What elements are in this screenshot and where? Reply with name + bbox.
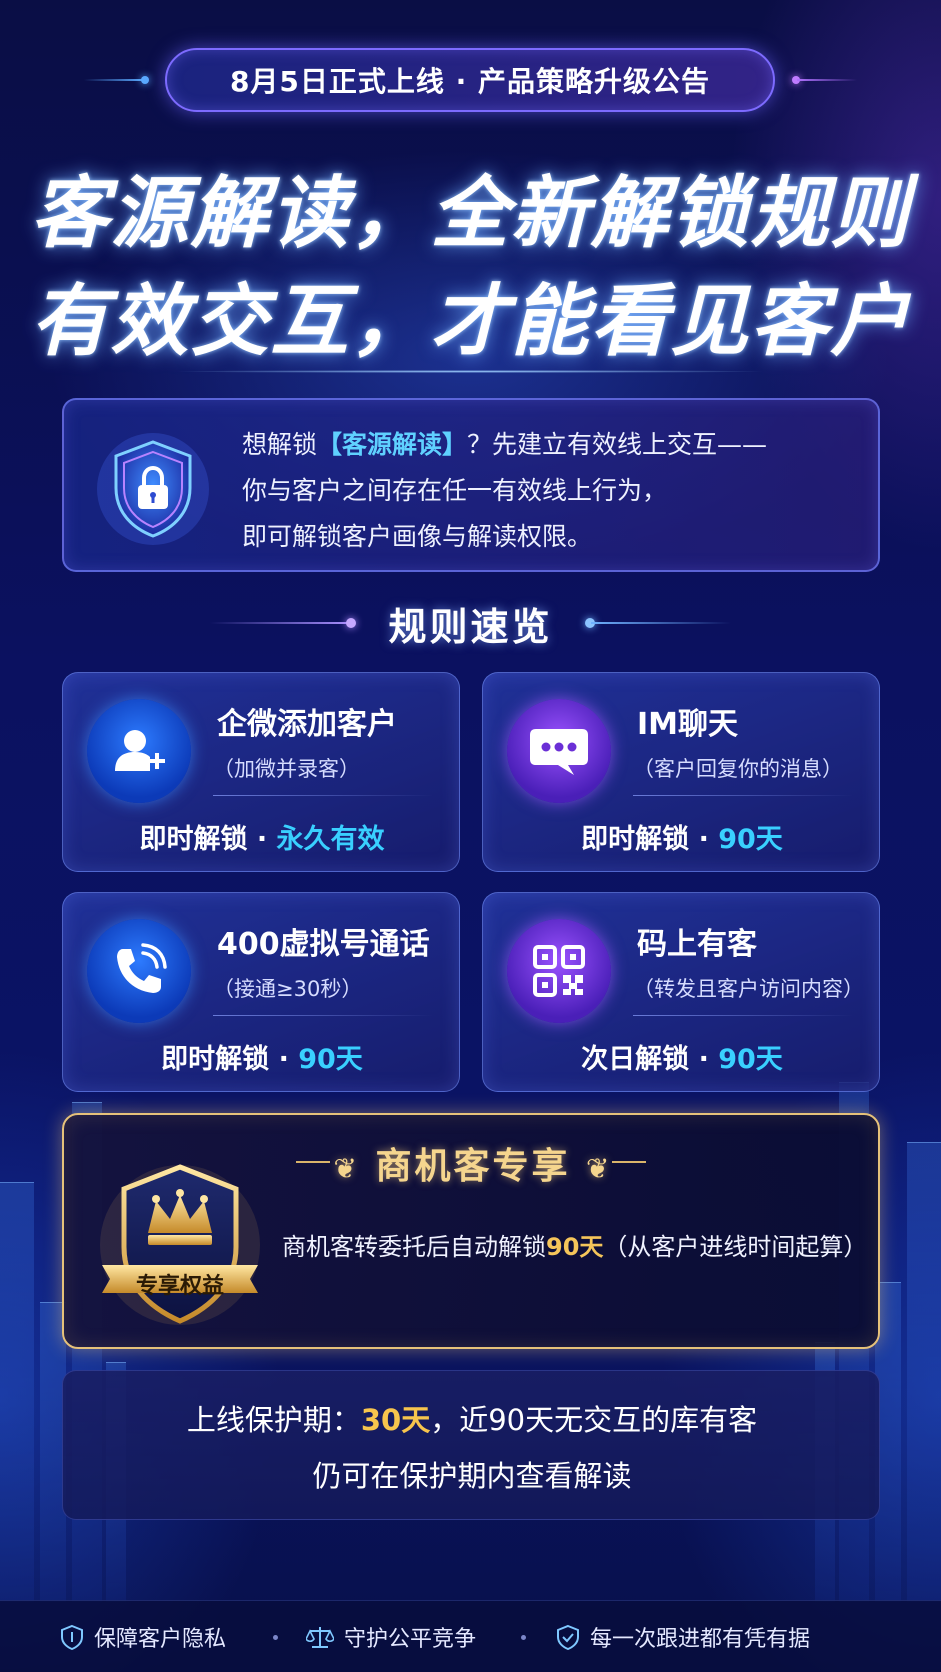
protection-line-1: 上线保护期：30天，近90天无交互的库有客 — [186, 1403, 758, 1437]
laurel-right-icon: ❦ — [586, 1152, 613, 1185]
rule-card-qr: 码上有客 （转发且客户访问内容） 次日解锁 · 90天 — [482, 892, 880, 1092]
phone-call-icon — [87, 919, 191, 1023]
user-add-icon — [87, 699, 191, 803]
rule-title: 码上有客 — [637, 927, 757, 962]
rule-card-im: IM聊天 （客户回复你的消息） 即时解锁 · 90天 — [482, 672, 880, 872]
rule-unlock: 即时解锁 · 90天 — [581, 824, 783, 855]
headline-line-1: 客源解读，全新解锁规则 — [30, 169, 911, 259]
rule-subtitle: （加微并录客） — [213, 757, 360, 781]
rule-subtitle: （接通≥30秒） — [213, 977, 363, 1001]
rule-card-call: 400虚拟号通话 （接通≥30秒） 即时解锁 · 90天 — [62, 892, 460, 1092]
rule-unlock: 次日解锁 · 90天 — [581, 1044, 783, 1075]
shield-icon — [61, 1624, 83, 1650]
premium-badge: 专享权益 — [94, 1155, 266, 1335]
headline-line-2: 有效交互，才能看见客户 — [30, 277, 911, 367]
premium-box: ❦ 商机客专享 ❦ 专享权益 商机客转委托后自动解锁90天（从客户进线时间起算） — [62, 1113, 880, 1349]
announcement-pill: 8月5日正式上线 · 产品策略升级公告 — [165, 48, 775, 112]
crown-icon — [148, 1189, 212, 1245]
rule-card-wecom: 企微添加客户 （加微并录客） 即时解锁 · 永久有效 — [62, 672, 460, 872]
chat-bubble-icon — [507, 699, 611, 803]
footer: 保障客户隐私 守护公平竞争 每一次跟进都有凭有据 — [0, 1600, 941, 1672]
shield-check-icon — [557, 1624, 579, 1650]
premium-badge-label: 专享权益 — [135, 1274, 224, 1299]
rules-title: 规则速览 — [388, 605, 553, 649]
announcement-row: 8月5日正式上线 · 产品策略升级公告 — [0, 48, 941, 112]
intro-highlight: 【客源解读】 — [317, 430, 468, 459]
footer-item-fairness: 守护公平竞争 — [306, 1621, 476, 1653]
qr-code-icon — [507, 919, 611, 1023]
rule-title: IM聊天 — [637, 707, 739, 742]
footer-item-evidence: 每一次跟进都有凭有据 — [556, 1621, 810, 1653]
intro-text: 想解锁【客源解读】？先建立有效线上交互—— 你与客户之间存在任一有效线上行为， … — [242, 430, 768, 551]
rule-subtitle: （客户回复你的消息） — [633, 757, 843, 781]
premium-text: 商机客转委托后自动解锁90天（从客户进线时间起算） — [282, 1233, 868, 1261]
rule-subtitle: （转发且客户访问内容） — [633, 977, 864, 1001]
protection-box: 上线保护期：30天，近90天无交互的库有客 仍可在保护期内查看解读 — [62, 1370, 880, 1520]
rules-section-header: 规则速览 — [0, 592, 941, 652]
rule-unlock: 即时解锁 · 90天 — [161, 1044, 363, 1075]
intro-box: 想解锁【客源解读】？先建立有效线上交互—— 你与客户之间存在任一有效线上行为， … — [62, 398, 880, 572]
rule-title: 企微添加客户 — [217, 707, 397, 742]
rule-title: 400虚拟号通话 — [217, 927, 430, 962]
headline-glow-line — [170, 370, 770, 373]
scale-icon — [306, 1627, 334, 1648]
headline: 客源解读，全新解锁规则 有效交互，才能看见客户 — [0, 160, 941, 376]
protection-line-2: 仍可在保护期内查看解读 — [312, 1459, 632, 1493]
laurel-left-icon: ❦ — [333, 1152, 360, 1185]
footer-item-privacy: 保障客户隐私 — [60, 1621, 226, 1653]
shield-lock-icon — [94, 430, 212, 548]
rule-unlock: 即时解锁 · 永久有效 — [139, 824, 385, 855]
